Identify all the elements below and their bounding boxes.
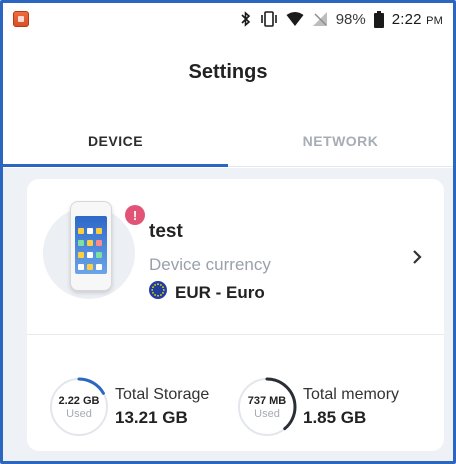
currency-row: EUR - Euro	[149, 281, 265, 304]
wifi-icon	[286, 11, 304, 27]
memory-ring: 737 MB Used	[235, 375, 299, 439]
storage-ring: 2.22 GB Used	[47, 375, 111, 439]
battery-icon	[373, 10, 384, 28]
memory-ring-text: 737 MB Used	[235, 375, 299, 439]
clock-suffix: PM	[426, 14, 443, 27]
content-area: ! test Device currency EUR - Euro 2.22 G…	[3, 168, 453, 461]
tab-network[interactable]: NETWORK	[228, 123, 453, 166]
no-signal-icon	[312, 11, 328, 27]
eu-flag-icon	[149, 281, 167, 304]
storage-ring-text: 2.22 GB Used	[47, 375, 111, 439]
card-divider	[27, 334, 444, 335]
storage-used-value: 2.22 GB	[58, 394, 100, 407]
device-image	[70, 201, 112, 291]
memory-stat: 737 MB Used Total memory 1.85 GB	[235, 375, 399, 439]
tab-bar: DEVICE NETWORK	[3, 123, 453, 167]
device-card: ! test Device currency EUR - Euro 2.22 G…	[27, 179, 444, 451]
clock-time: 2:22	[391, 10, 422, 28]
status-icons: 98% 2:22 PM	[240, 10, 443, 28]
alert-icon: !	[125, 205, 145, 225]
memory-used-label: Used	[254, 407, 280, 420]
storage-text: Total Storage 13.21 GB	[115, 386, 209, 428]
storage-label: Total Storage	[115, 386, 210, 403]
storage-used-label: Used	[66, 407, 92, 420]
status-bar: 98% 2:22 PM	[3, 3, 453, 35]
app-icon	[13, 11, 29, 27]
currency-value: EUR - Euro	[175, 282, 265, 302]
device-name: test	[149, 221, 183, 242]
memory-text: Total memory 1.85 GB	[303, 386, 399, 428]
vibrate-icon	[260, 11, 278, 27]
storage-stat: 2.22 GB Used Total Storage 13.21 GB	[47, 375, 209, 439]
storage-total: 13.21 GB	[115, 408, 188, 427]
app-frame: 98% 2:22 PM Settings DEVICE NETWORK ! te…	[0, 0, 456, 464]
currency-label: Device currency	[149, 255, 271, 274]
bluetooth-icon	[240, 11, 252, 27]
memory-total: 1.85 GB	[303, 408, 367, 427]
device-screen	[75, 216, 107, 274]
page-title: Settings	[188, 61, 268, 83]
chevron-right-icon	[412, 249, 422, 270]
clock: 2:22 PM	[392, 11, 443, 28]
memory-label: Total memory	[303, 386, 400, 403]
battery-percent: 98%	[335, 10, 366, 28]
tab-device[interactable]: DEVICE	[3, 123, 228, 167]
memory-used-value: 737 MB	[247, 394, 287, 407]
device-row[interactable]: ! test Device currency EUR - Euro	[27, 179, 444, 334]
